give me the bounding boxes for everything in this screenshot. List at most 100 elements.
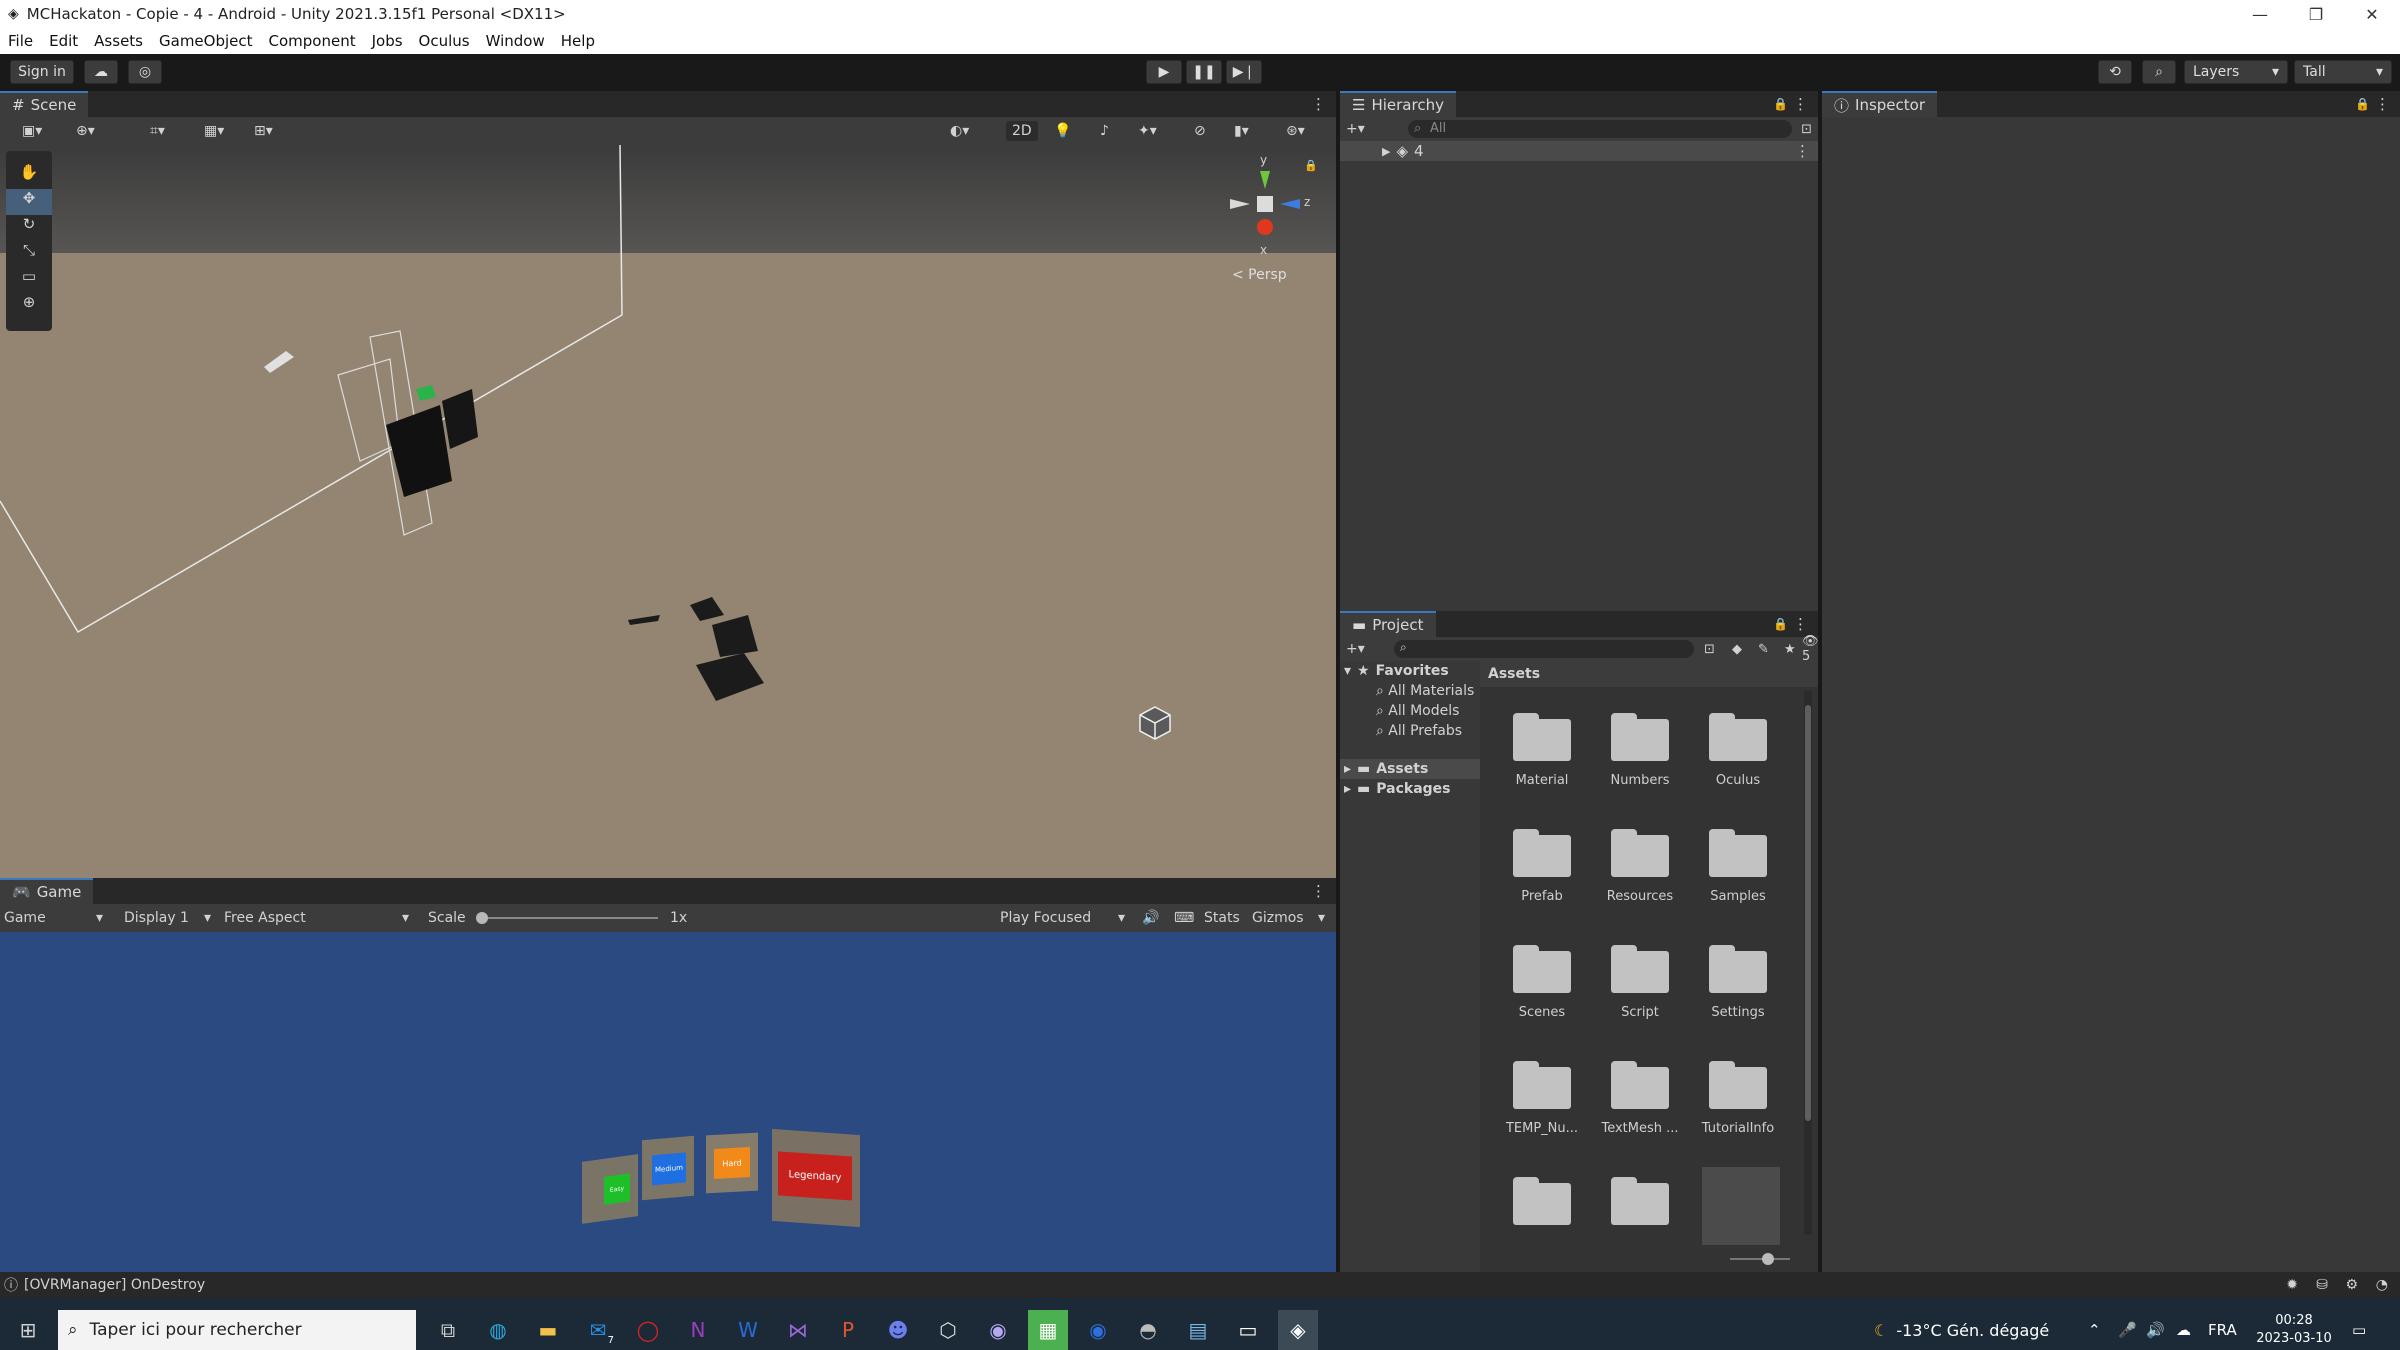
scale-slider[interactable] <box>478 917 658 919</box>
add-icon[interactable]: +▾ <box>1346 641 1365 657</box>
search-by-label-icon[interactable]: ◆ <box>1732 642 1742 657</box>
menu-assets[interactable]: Assets <box>86 32 151 50</box>
increment-icon[interactable]: ⊞▾ <box>254 123 273 139</box>
assets-breadcrumb[interactable]: Assets <box>1480 661 1818 687</box>
gizmos-dropdown[interactable]: Gizmos <box>1252 910 1304 926</box>
word-icon[interactable]: W <box>728 1310 768 1350</box>
projection-label[interactable]: < Persp <box>1232 267 1287 283</box>
asset-thumbnail[interactable] <box>1702 1167 1780 1245</box>
stats-button[interactable]: Stats <box>1204 910 1240 926</box>
menu-gameobject[interactable]: GameObject <box>151 32 261 50</box>
transform-tool-icon[interactable]: ⊕ <box>6 293 52 319</box>
language-indicator[interactable]: FRA <box>2208 1321 2237 1339</box>
clock[interactable]: 00:28 2023-03-10 <box>2254 1312 2334 1348</box>
aspect-dropdown[interactable]: Free Aspect <box>224 910 306 926</box>
onenote-icon[interactable]: N <box>678 1310 718 1350</box>
favorite-item[interactable]: ⌕ All Prefabs <box>1376 723 1462 739</box>
folder-textmesh[interactable]: TextMesh ... <box>1590 1061 1690 1136</box>
panel-menu-icon[interactable]: ⋮ <box>1311 95 1326 113</box>
menu-file[interactable]: File <box>0 32 41 50</box>
lighting-icon[interactable]: 💡 <box>1054 123 1071 139</box>
folder-item[interactable] <box>1590 1177 1690 1237</box>
folder-script[interactable]: Script <box>1590 945 1690 1020</box>
play-button[interactable]: ▶ <box>1146 60 1182 84</box>
file-explorer-icon[interactable]: ▬ <box>528 1310 568 1350</box>
global-icon[interactable]: ⊕▾ <box>76 123 95 139</box>
taskbar-search-box[interactable]: ⌕ Taper ici pour rechercher <box>58 1310 416 1350</box>
scene-visibility-icon[interactable]: ⊡ <box>1801 122 1812 137</box>
game-viewport[interactable]: Easy Medium Hard Legendary <box>0 932 1336 1272</box>
mail-icon[interactable]: ✉ 7 <box>578 1310 618 1350</box>
oculus-icon[interactable]: ▭ <box>1228 1310 1268 1350</box>
volume-icon[interactable]: 🔊 <box>2146 1321 2165 1339</box>
chevron-up-icon[interactable]: ⌃ <box>2088 1321 2101 1339</box>
opera-icon[interactable]: ◯ <box>628 1310 668 1350</box>
step-button[interactable]: ▶❘ <box>1226 60 1262 84</box>
search-by-type-icon[interactable]: ⊡ <box>1704 642 1715 657</box>
icon-size-slider-handle[interactable] <box>1762 1253 1774 1265</box>
restore-button[interactable]: ❐ <box>2288 0 2344 28</box>
zoom-icon[interactable]: ◉ <box>1078 1310 1118 1350</box>
auto-generate-lighting-icon[interactable]: ✹ <box>2286 1277 2298 1293</box>
discord-icon[interactable]: ☻ <box>878 1310 918 1350</box>
edge-icon[interactable]: ◍ <box>478 1310 518 1350</box>
draw-mode-icon[interactable]: ▣▾ <box>22 123 42 139</box>
game-mode-dropdown[interactable]: Game <box>4 910 46 926</box>
cache-server-icon[interactable]: ⛁ <box>2316 1277 2328 1293</box>
favorite-item[interactable]: ⌕ All Materials <box>1376 683 1474 699</box>
app-gray-icon[interactable]: ◓ <box>1128 1310 1168 1350</box>
audio-icon[interactable]: ♪ <box>1100 123 1109 139</box>
grid-snap-icon[interactable]: ▦▾ <box>204 123 224 139</box>
orientation-gizmo[interactable]: y z x 🔒 <box>1220 153 1318 269</box>
icon-size-slider[interactable] <box>1730 1258 1790 1260</box>
layout-dropdown[interactable]: Tall ▾ <box>2294 60 2392 84</box>
project-search-input[interactable]: ⌕ <box>1394 640 1694 658</box>
gizmos-icon[interactable]: ⊛▾ <box>1286 123 1305 139</box>
lock-icon[interactable]: 🔒 <box>2355 97 2370 111</box>
pause-button[interactable]: ❚❚ <box>1186 60 1222 84</box>
notepad-icon[interactable]: ▤ <box>1178 1310 1218 1350</box>
camera-icon[interactable]: ▮▾ <box>1234 123 1249 139</box>
hidden-objects-icon[interactable]: ⊘ <box>1194 123 1206 139</box>
folder-temp-numbers[interactable]: TEMP_Nu... <box>1492 1061 1592 1136</box>
favorites-section[interactable]: ▾ ★ Favorites <box>1344 663 1449 679</box>
scene-viewport[interactable]: ✋ ✥ ↻ ⤡ ▭ ⊕ y z x 🔒 < Persp <box>0 145 1336 878</box>
notifications-icon[interactable]: ▭ <box>2352 1321 2366 1339</box>
folder-oculus[interactable]: Oculus <box>1688 713 1788 788</box>
visual-studio-icon[interactable]: ⋈ <box>778 1310 818 1350</box>
search-icon[interactable]: ⌕ <box>2142 60 2176 84</box>
lock-icon[interactable]: 🔒 <box>1773 97 1788 111</box>
collab-icon[interactable]: ◎ <box>128 60 162 84</box>
rect-tool-icon[interactable]: ▭ <box>6 267 52 293</box>
add-icon[interactable]: +▾ <box>1346 121 1365 137</box>
shading-icon[interactable]: ◐▾ <box>950 123 969 139</box>
hidden-packages-counter[interactable]: 👁5 <box>1802 634 1819 664</box>
tree-item-packages[interactable]: ▸ ▬ Packages <box>1340 779 1480 799</box>
move-tool-icon[interactable]: ✥ <box>6 189 52 215</box>
powerpoint-icon[interactable]: P <box>828 1310 868 1350</box>
effects-icon[interactable]: ✦▾ <box>1138 123 1157 139</box>
menu-window[interactable]: Window <box>478 32 553 50</box>
tab-game[interactable]: 🎮 Game <box>0 878 94 904</box>
folder-item[interactable] <box>1492 1177 1592 1237</box>
scale-slider-handle[interactable] <box>476 912 488 924</box>
menu-jobs[interactable]: Jobs <box>364 32 411 50</box>
menu-component[interactable]: Component <box>261 32 364 50</box>
row-menu-icon[interactable]: ⋮ <box>1795 142 1810 160</box>
folder-resources[interactable]: Resources <box>1590 829 1690 904</box>
weather-widget[interactable]: ☾ -13°C Gén. dégagé <box>1874 1310 2049 1350</box>
history-icon[interactable]: ⟲ <box>2098 60 2132 84</box>
favorite-item[interactable]: ⌕ All Models <box>1376 703 1459 719</box>
keyboard-icon[interactable]: ⌨ <box>1174 910 1194 926</box>
favorite-star-icon[interactable]: ★ <box>1784 642 1796 657</box>
panel-menu-icon[interactable]: ⋮ <box>1793 95 1808 113</box>
scrollbar-thumb[interactable] <box>1805 705 1811 1121</box>
tree-item-assets[interactable]: ▸ ▬ Assets <box>1340 759 1480 779</box>
tab-project[interactable]: ▬ Project <box>1340 611 1436 637</box>
hand-tool-icon[interactable]: ✋ <box>6 163 52 189</box>
toggle-2d-button[interactable]: 2D <box>1006 121 1038 141</box>
assets-scrollbar[interactable] <box>1804 691 1812 1235</box>
unity-editor-icon[interactable]: ◈ <box>1278 1310 1318 1350</box>
app-green-icon[interactable]: ▦ <box>1028 1310 1068 1350</box>
folder-material[interactable]: Material <box>1492 713 1592 788</box>
